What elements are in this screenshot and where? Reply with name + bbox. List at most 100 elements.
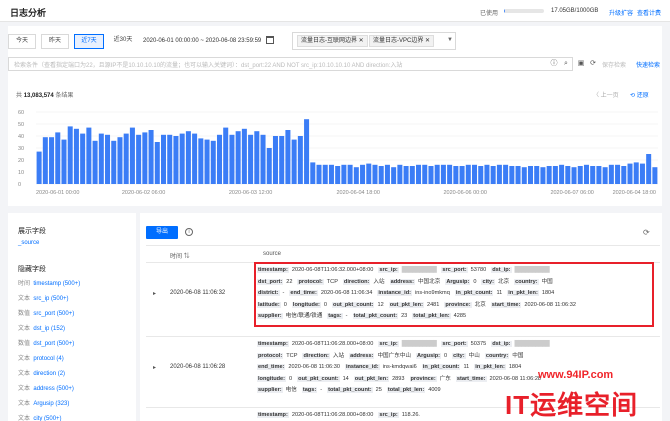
close-icon[interactable]: ✕ — [425, 38, 430, 44]
histogram-bar[interactable] — [583, 164, 589, 184]
histogram-bar[interactable] — [142, 132, 148, 184]
histogram-bar[interactable] — [447, 164, 453, 184]
sidebar-field-direction[interactable]: 文本 direction (2) — [18, 368, 65, 377]
histogram-bar[interactable] — [123, 133, 129, 184]
histogram-bar[interactable] — [210, 140, 216, 184]
info-icon[interactable]: ⓘ — [550, 60, 558, 68]
histogram-bar[interactable] — [397, 164, 403, 184]
histogram-bar[interactable] — [260, 134, 266, 184]
info-icon[interactable]: i — [185, 228, 193, 236]
sidebar-field-dst_port[interactable]: 数值 dst_port (500+) — [18, 338, 74, 347]
histogram-bar[interactable] — [453, 166, 459, 184]
histogram-bar[interactable] — [241, 128, 247, 184]
histogram-bar[interactable] — [105, 134, 111, 184]
histogram-bar[interactable] — [372, 164, 378, 184]
histogram-bar[interactable] — [459, 166, 465, 184]
histogram-bar[interactable] — [534, 166, 540, 184]
histogram-bar[interactable] — [621, 166, 627, 184]
histogram-bar[interactable] — [490, 166, 496, 184]
histogram-bar[interactable] — [615, 164, 621, 184]
histogram-bar[interactable] — [639, 163, 645, 184]
histogram-bar[interactable] — [291, 139, 297, 184]
histogram-bar[interactable] — [67, 126, 73, 184]
histogram-bar[interactable] — [161, 134, 167, 184]
date-range-picker[interactable]: 2020-06-01 00:00:00 ~ 2020-06-08 23:59:5… — [143, 34, 281, 49]
histogram-bar[interactable] — [129, 127, 135, 184]
sidebar-field-src_ip[interactable]: 文本 src_ip (500+) — [18, 293, 69, 302]
quick-search-button[interactable]: 快速检索 — [636, 60, 660, 69]
histogram-bar[interactable] — [503, 164, 509, 184]
histogram-bar[interactable] — [235, 131, 241, 184]
histogram-bar[interactable] — [428, 166, 434, 184]
histogram-bar[interactable] — [571, 167, 577, 184]
histogram-bar[interactable] — [285, 130, 291, 184]
histogram-bar[interactable] — [347, 164, 353, 184]
histogram-bar[interactable] — [92, 140, 98, 184]
chart-prev-page[interactable]: 〈 上一页 — [593, 90, 619, 99]
histogram-bar[interactable] — [422, 164, 428, 184]
histogram-bar[interactable] — [416, 164, 422, 184]
sidebar-field-Argusip[interactable]: 文本 Argusip (323) — [18, 398, 69, 407]
histogram-bar[interactable] — [216, 134, 222, 184]
sidebar-field-src_port[interactable]: 数值 src_port (500+) — [18, 308, 74, 317]
sidebar-field-address[interactable]: 文本 address (500+) — [18, 383, 74, 392]
tab-yesterday[interactable]: 昨天 — [41, 34, 69, 49]
histogram-bar[interactable] — [185, 131, 191, 184]
histogram-bar[interactable] — [391, 167, 397, 184]
histogram-bar[interactable] — [484, 164, 490, 184]
histogram-bar[interactable] — [279, 136, 285, 184]
histogram-bar[interactable] — [366, 163, 372, 184]
histogram-bar[interactable] — [434, 164, 440, 184]
histogram-bar[interactable] — [403, 166, 409, 184]
histogram-bar[interactable] — [472, 164, 478, 184]
histogram-bar[interactable] — [577, 166, 583, 184]
histogram-bar[interactable] — [335, 166, 341, 184]
histogram-bar[interactable] — [272, 136, 278, 184]
refresh-icon[interactable]: ⟳ — [643, 228, 650, 237]
histogram-bar[interactable] — [565, 166, 571, 184]
histogram-bar[interactable] — [55, 132, 61, 184]
histogram-bar[interactable] — [540, 167, 546, 184]
histogram-bar[interactable] — [509, 166, 515, 184]
histogram-bar[interactable] — [652, 167, 658, 184]
histogram-bar[interactable] — [136, 134, 142, 184]
display-field-source[interactable]: _source — [18, 240, 39, 246]
histogram-bar[interactable] — [304, 119, 310, 184]
search-icon[interactable]: ⌕ — [562, 60, 570, 68]
histogram-bar[interactable] — [248, 134, 254, 184]
sidebar-field-protocol[interactable]: 文本 protocol (4) — [18, 353, 64, 362]
histogram-bar[interactable] — [633, 162, 639, 184]
histogram-bar[interactable] — [117, 137, 123, 184]
histogram-bar[interactable] — [73, 128, 79, 184]
histogram-bar[interactable] — [111, 140, 117, 184]
calendar-icon[interactable] — [266, 36, 274, 44]
histogram-bar[interactable] — [49, 137, 55, 184]
chevron-down-icon[interactable]: ▼ — [447, 37, 453, 43]
filter-icon[interactable]: ▣ — [577, 60, 585, 68]
histogram-bar[interactable] — [360, 164, 366, 184]
histogram-bar[interactable] — [173, 136, 179, 184]
histogram-bar[interactable] — [527, 166, 533, 184]
histogram-bar[interactable] — [546, 166, 552, 184]
histogram-bar[interactable] — [465, 164, 471, 184]
histogram-bar[interactable] — [61, 139, 67, 184]
histogram-bar[interactable] — [297, 136, 303, 184]
chart-reset[interactable]: ⟲ 还原 — [630, 90, 649, 99]
histogram-bar[interactable] — [322, 164, 328, 184]
close-icon[interactable]: ✕ — [359, 38, 364, 44]
sidebar-field-timestamp[interactable]: 时间 timestamp (500+) — [18, 278, 80, 287]
histogram-bar[interactable] — [229, 134, 235, 184]
histogram-bar[interactable] — [316, 164, 322, 184]
histogram-bar[interactable] — [198, 138, 204, 184]
histogram-bar[interactable] — [80, 133, 86, 184]
histogram-bar[interactable] — [310, 162, 316, 184]
histogram-bar[interactable] — [378, 166, 384, 184]
histogram-bar[interactable] — [254, 131, 260, 184]
export-button[interactable]: 导出 — [146, 226, 178, 239]
upgrade-link[interactable]: 升级扩容 — [609, 8, 633, 17]
histogram-bar[interactable] — [36, 151, 42, 184]
histogram-bar[interactable] — [167, 134, 173, 184]
save-search-button[interactable]: 保存检索 — [602, 60, 626, 69]
histogram-bar[interactable] — [223, 127, 229, 184]
histogram-bar[interactable] — [627, 163, 633, 184]
